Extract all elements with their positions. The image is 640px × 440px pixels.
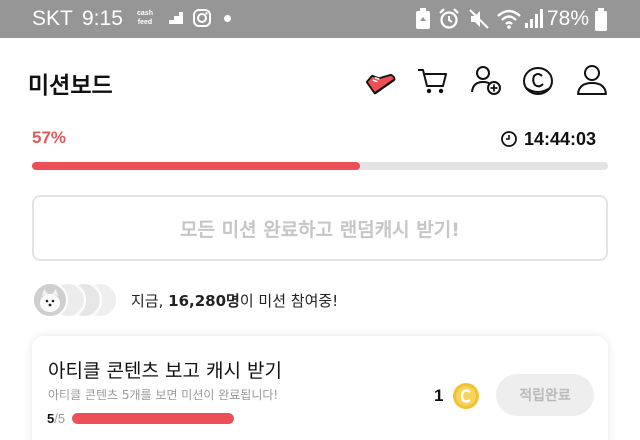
alarm-icon (439, 8, 459, 29)
mute-icon (469, 9, 489, 29)
battery-percent: 78% (547, 7, 590, 30)
mission-card[interactable]: 아티클 콘텐츠 보고 캐시 받기 아티클 콘텐츠 5개를 보면 미션이 완료됩니… (32, 336, 608, 440)
mission-description: 아티클 콘텐츠 5개를 보면 미션이 완료됩니다! (48, 388, 279, 402)
mission-count: 5/5 (47, 411, 66, 426)
cart-icon[interactable] (414, 62, 450, 98)
status-bar: SKT 9:15 cash feed 78% (0, 0, 640, 38)
sneaker-icon[interactable] (362, 62, 398, 98)
page-title: 미션보드 (28, 73, 113, 99)
countdown-timer: 14:44:03 (500, 128, 596, 150)
clock: 9:15 (82, 7, 123, 30)
mission-card-progress-fill (72, 413, 234, 424)
profile-icon[interactable] (574, 62, 610, 98)
add-friend-icon[interactable] (468, 62, 504, 98)
recycle-icon (416, 8, 430, 29)
avatar (32, 282, 68, 318)
clock-icon (501, 131, 517, 147)
carrier-label: SKT (32, 7, 73, 30)
gallery-icon (169, 12, 183, 24)
mission-progress-fill (32, 162, 361, 170)
participants-text: 지금, 16,280명이 미션 참여중! (131, 292, 339, 310)
timer-text: 14:44:03 (524, 128, 597, 149)
wifi-icon (497, 9, 521, 29)
mission-card-progress-bar (72, 413, 234, 424)
reward-button-label: 모든 미션 완료하고 랜덤캐시 받기! (180, 218, 460, 241)
coin-icon[interactable] (520, 62, 556, 98)
mission-progress-bar (32, 162, 608, 170)
participant-avatars (32, 282, 132, 318)
participants-count: 16,280명 (168, 292, 240, 310)
mission-progress-percent: 57% (32, 128, 67, 147)
notification-dot-icon (224, 15, 231, 22)
claimed-button[interactable]: 적립완료 (496, 374, 594, 416)
app-header: 미션보드 (0, 38, 640, 122)
reward-amount: 1 (434, 386, 444, 405)
mission-title: 아티클 콘텐츠 보고 캐시 받기 (48, 360, 282, 382)
instagram-icon (193, 9, 211, 27)
battery-icon (595, 8, 607, 31)
cashfeed-icon: cash feed (137, 10, 153, 26)
random-cash-reward-button[interactable]: 모든 미션 완료하고 랜덤캐시 받기! (32, 195, 608, 261)
cash-coin-icon (453, 383, 479, 409)
signal-icon (525, 9, 543, 28)
